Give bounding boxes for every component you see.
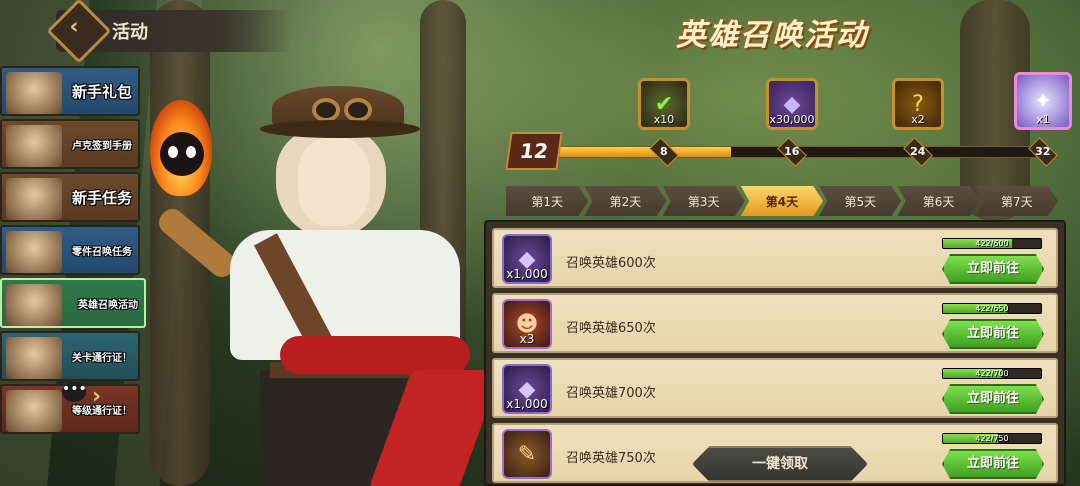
milestone-marker: 24 — [903, 137, 933, 167]
menu-thumbnail — [6, 72, 62, 114]
milestone-reward[interactable]: ✔ x10 — [638, 78, 690, 130]
menu-item-label: 新手礼包 — [71, 82, 132, 101]
task-row: ◆ x1,000 召唤英雄700次 422/700 立即前往 — [492, 358, 1058, 418]
task-progress-bar: 422/750 — [942, 433, 1042, 444]
menu-item-luke-signin[interactable]: 卢克签到手册 — [0, 119, 140, 169]
current-level-badge: 12 — [505, 132, 563, 170]
hero-sash — [280, 336, 470, 374]
hero-hat-brim — [260, 120, 420, 138]
reward-chest[interactable]: ◆ x30,000 — [766, 78, 818, 130]
reward-item[interactable]: ☻ x3 — [502, 299, 552, 349]
menu-item-label: 等级通行证！ — [72, 405, 132, 417]
hero-face — [298, 138, 370, 226]
menu-item-label: 卢克签到手册 — [72, 140, 132, 152]
reward-chest[interactable]: ✦ x1 — [1014, 72, 1072, 130]
goggle-lens — [344, 98, 372, 122]
day-tabs: 第1天 第2天 第3天 第4天 第5天 第6天 第7天 — [506, 186, 1058, 216]
menu-item-label: 英雄召唤活动 — [78, 299, 138, 311]
flame-mascot — [150, 100, 212, 196]
hero-character — [154, 80, 502, 486]
reward-quantity: x1 — [1036, 113, 1050, 126]
reward-chest[interactable]: ✔ x10 — [638, 78, 690, 130]
progress-bar-fill — [551, 147, 731, 157]
reward-item[interactable]: ◆ x1,000 — [502, 234, 552, 284]
go-now-button[interactable]: 立即前往 — [942, 319, 1044, 349]
menu-item-label: 关卡通行证！ — [72, 352, 132, 364]
milestone-reward[interactable]: ✦ x1 — [1014, 72, 1072, 130]
menu-thumbnail — [6, 390, 62, 432]
menu-thumbnail — [6, 284, 62, 326]
chat-icon[interactable]: ••• — [62, 382, 87, 402]
goggle-lens — [312, 98, 340, 122]
task-progress-text: 422/700 — [975, 369, 1009, 378]
tab-day-6[interactable]: 第6天 — [897, 186, 980, 216]
task-progress-text: 422/600 — [975, 239, 1009, 248]
mascot-eye — [168, 146, 178, 158]
page-title: 活动 — [112, 22, 148, 43]
task-title: 召唤英雄600次 — [566, 256, 656, 271]
reward-item[interactable]: ✎ — [502, 429, 552, 479]
menu-item-stage-pass[interactable]: 关卡通行证！ — [0, 331, 140, 381]
reward-quantity: x30,000 — [769, 113, 815, 126]
task-progress-bar: 422/700 — [942, 368, 1042, 379]
progress-track: 12 ✔ x10 8 ◆ x30,000 16 ? x2 24 ✦ x1 32 — [504, 72, 1072, 170]
milestone-marker: 32 — [1028, 137, 1058, 167]
menu-item-newbie-pack[interactable]: 新手礼包 — [0, 66, 140, 116]
activity-header: ‹ 活动 — [46, 0, 292, 64]
menu-thumbnail — [6, 231, 62, 273]
task-row: ☻ x3 召唤英雄650次 422/650 立即前往 — [492, 293, 1058, 353]
scroll-icon: ✎ — [517, 441, 537, 467]
task-title: 召唤英雄750次 — [566, 451, 656, 466]
milestone-reward[interactable]: ◆ x30,000 — [766, 78, 818, 130]
go-now-button[interactable]: 立即前往 — [942, 384, 1044, 414]
task-progress-bar: 422/600 — [942, 238, 1042, 249]
go-now-button[interactable]: 立即前往 — [942, 254, 1044, 284]
tab-day-5[interactable]: 第5天 — [819, 186, 902, 216]
milestone-marker: 16 — [777, 137, 807, 167]
claim-all-button[interactable]: 一键领取 — [692, 446, 868, 482]
tab-day-7[interactable]: 第7天 — [975, 186, 1058, 216]
tab-day-3[interactable]: 第3天 — [662, 186, 745, 216]
task-progress-text: 422/650 — [975, 304, 1009, 313]
menu-item-part-summon-tasks[interactable]: 零件召唤任务 — [0, 225, 140, 275]
menu-thumbnail — [6, 337, 62, 379]
milestone-reward[interactable]: ? x2 — [892, 78, 944, 130]
task-progress-text: 422/750 — [975, 434, 1009, 443]
mascot-eye — [186, 146, 196, 158]
crystal-icon: ✦ — [1033, 88, 1053, 114]
task-title: 召唤英雄700次 — [566, 386, 656, 401]
menu-item-label: 零件召唤任务 — [72, 246, 132, 258]
reward-quantity: x3 — [519, 332, 535, 346]
menu-thumbnail — [6, 125, 62, 167]
back-arrow-icon: ‹ — [69, 14, 79, 40]
menu-item-newbie-tasks[interactable]: 新手任务 — [0, 172, 140, 222]
chevron-right-icon[interactable]: › — [92, 384, 101, 409]
tab-day-2[interactable]: 第2天 — [584, 186, 667, 216]
menu-thumbnail — [6, 178, 62, 220]
reward-item[interactable]: ◆ x1,000 — [502, 364, 552, 414]
menu-item-label: 新手任务 — [71, 188, 132, 207]
reward-quantity: x2 — [911, 113, 925, 126]
reward-quantity: x1,000 — [506, 267, 548, 281]
reward-quantity: x1,000 — [506, 397, 548, 411]
milestone-marker: 8 — [649, 137, 679, 167]
go-now-button[interactable]: 立即前往 — [942, 449, 1044, 479]
event-title: 英雄召唤活动 — [676, 18, 868, 53]
tab-day-1[interactable]: 第1天 — [506, 186, 589, 216]
task-row: ◆ x1,000 召唤英雄600次 422/600 立即前往 — [492, 228, 1058, 288]
task-progress-bar: 422/650 — [942, 303, 1042, 314]
menu-item-hero-summon-event[interactable]: 英雄召唤活动 — [0, 278, 146, 328]
reward-quantity: x10 — [653, 113, 675, 126]
tab-day-4[interactable]: 第4天 — [740, 186, 824, 216]
reward-chest[interactable]: ? x2 — [892, 78, 944, 130]
mascot-face — [160, 132, 204, 176]
task-title: 召唤英雄650次 — [566, 321, 656, 336]
